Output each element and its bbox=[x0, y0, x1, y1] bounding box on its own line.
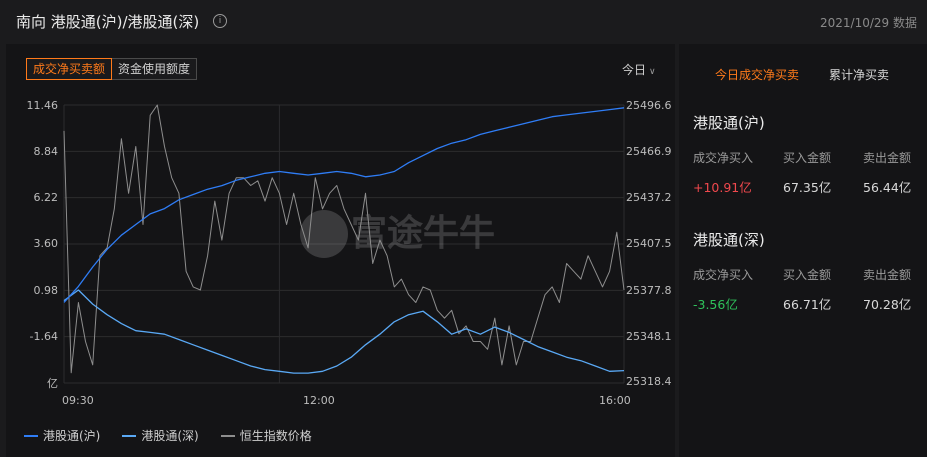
series-line-0 bbox=[63, 107, 625, 303]
section-title-sz: 港股通(深) bbox=[693, 231, 765, 249]
watermark-logo-icon bbox=[300, 210, 348, 258]
legend-swatch bbox=[122, 434, 137, 437]
chart-legend: 港股通(沪) 港股通(深) 恒生指数价格 bbox=[24, 427, 334, 444]
buy-amount-label: 买入金额 bbox=[783, 151, 832, 165]
buy-amount-value: 67.35亿 bbox=[783, 180, 832, 195]
sell-amount-label: 卖出金额 bbox=[863, 268, 912, 282]
net-buy-label: 成交净买入 bbox=[693, 151, 754, 165]
tab-today-net[interactable]: 今日成交净买卖 bbox=[715, 66, 799, 83]
legend-label: 港股通(沪) bbox=[43, 429, 101, 443]
legend-item-sh[interactable]: 港股通(沪) bbox=[24, 427, 100, 444]
net-buy-value: -3.56亿 bbox=[693, 297, 738, 312]
series-line-1 bbox=[63, 289, 625, 374]
buy-amount-label: 买入金额 bbox=[783, 268, 832, 282]
legend-label: 恒生指数价格 bbox=[239, 429, 312, 443]
watermark: 富途牛牛 bbox=[300, 210, 495, 258]
net-buy-value: +10.91亿 bbox=[693, 180, 752, 195]
chart-panel: 成交净买卖额 资金使用额度 今日 ∨ 11.46 8.84 6.22 3.60 0… bbox=[6, 44, 675, 457]
legend-item-hsi[interactable]: 恒生指数价格 bbox=[220, 427, 312, 444]
buy-amount-value: 66.71亿 bbox=[783, 297, 832, 312]
legend-swatch bbox=[24, 434, 38, 437]
info-icon[interactable]: i bbox=[213, 14, 227, 28]
net-buy-label: 成交净买入 bbox=[693, 268, 754, 282]
summary-panel: 今日成交净买卖 累计净买卖 港股通(沪) 成交净买入 买入金额 卖出金额 +10… bbox=[679, 44, 927, 457]
tab-cumulative-net[interactable]: 累计净买卖 bbox=[829, 66, 889, 83]
line-chart: 富途牛牛 bbox=[63, 104, 625, 384]
watermark-text: 富途牛牛 bbox=[351, 212, 495, 254]
sell-amount-value: 70.28亿 bbox=[863, 297, 912, 312]
section-title-sh: 港股通(沪) bbox=[693, 114, 765, 132]
legend-item-sz[interactable]: 港股通(深) bbox=[122, 427, 199, 444]
legend-swatch bbox=[220, 434, 235, 437]
legend-label: 港股通(深) bbox=[141, 429, 199, 443]
sell-amount-value: 56.44亿 bbox=[863, 180, 912, 195]
page-title: 南向 港股通(沪)/港股通(深) bbox=[16, 13, 200, 31]
header-bar: 南向 港股通(沪)/港股通(深) i 2021/10/29 数据 bbox=[0, 0, 927, 44]
data-date: 2021/10/29 数据 bbox=[820, 16, 917, 30]
sell-amount-label: 卖出金额 bbox=[863, 151, 912, 165]
